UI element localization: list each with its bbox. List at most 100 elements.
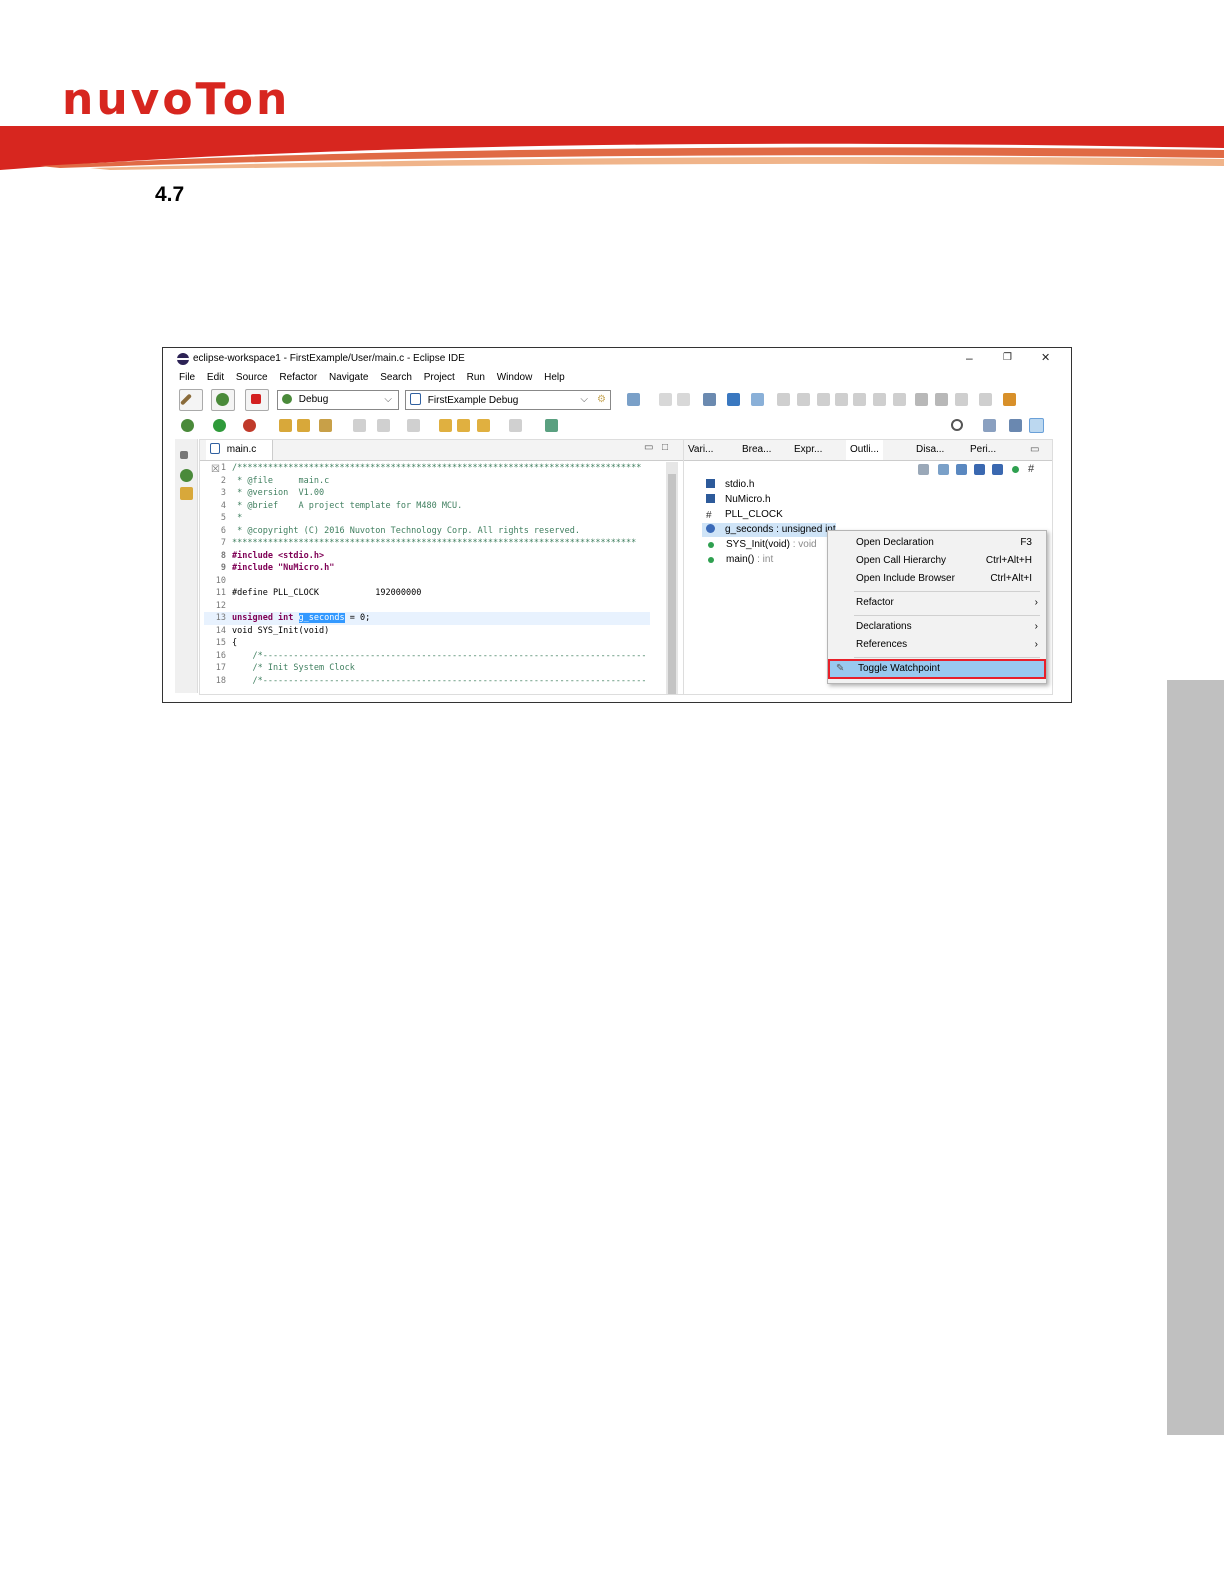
back-icon[interactable]: [477, 419, 490, 432]
maximize-editor-icon[interactable]: □: [662, 442, 668, 453]
next-edit-icon[interactable]: [457, 419, 470, 432]
code-line: 14 void SYS_Init(void): [204, 625, 650, 638]
menu-item-shortcut: Ctrl+Alt+I: [990, 573, 1032, 584]
search-icon[interactable]: [951, 419, 963, 431]
resume-icon[interactable]: [777, 393, 790, 406]
menu-item-declarations[interactable]: Declarations ›: [828, 619, 1046, 635]
restore-icon[interactable]: [180, 451, 188, 459]
minimize-editor-icon[interactable]: ▭: [644, 442, 653, 453]
step-into-icon[interactable]: [853, 393, 866, 406]
open-perspective-icon[interactable]: [545, 419, 558, 432]
menu-item-open-declaration[interactable]: Open Declaration F3: [828, 535, 1046, 551]
chevron-right-icon: ›: [1034, 639, 1038, 650]
cpp-perspective-icon[interactable]: [1009, 419, 1022, 432]
annotation-icon[interactable]: [353, 419, 366, 432]
menu-item-references[interactable]: References ›: [828, 637, 1046, 653]
stop-button[interactable]: [245, 389, 269, 411]
outline-item[interactable]: stdio.h: [706, 478, 754, 492]
sort-icon[interactable]: [956, 464, 967, 475]
close-button[interactable]: ✕: [1041, 351, 1050, 364]
print-icon[interactable]: [703, 393, 716, 406]
perspective-icon[interactable]: [983, 419, 996, 432]
menu-edit[interactable]: Edit: [207, 372, 224, 383]
tab-outline[interactable]: Outli...: [846, 440, 883, 460]
line-text: * @version V1.00: [232, 488, 325, 498]
tab-main-c[interactable]: main.c ☒: [206, 440, 273, 475]
outline-item[interactable]: main() : int: [706, 553, 773, 567]
tab-breakpoints[interactable]: Brea...: [742, 440, 771, 460]
outline-item[interactable]: NuMicro.h: [706, 493, 771, 507]
menu-file[interactable]: File: [179, 372, 195, 383]
launch-config-select[interactable]: FirstExample Debug ⌵ ⚙: [405, 390, 611, 410]
menu-refactor[interactable]: Refactor: [279, 372, 317, 383]
last-edit-icon[interactable]: [439, 419, 452, 432]
step-over-icon[interactable]: [873, 393, 886, 406]
new-icon[interactable]: [627, 393, 640, 406]
terminal-icon[interactable]: [727, 393, 740, 406]
chip-icon[interactable]: [1003, 393, 1016, 406]
debug-dropdown-icon[interactable]: [181, 419, 194, 432]
restore-button[interactable]: ❐: [1003, 352, 1012, 363]
tab-peripherals[interactable]: Peri...: [970, 440, 996, 460]
menu-navigate[interactable]: Navigate: [329, 372, 368, 383]
debug-launch-button[interactable]: [211, 389, 235, 411]
gear-icon[interactable]: ⚙: [597, 391, 606, 409]
open-type-icon[interactable]: [279, 419, 292, 432]
code-keyword: unsigned int: [232, 613, 299, 623]
next-annotation-icon[interactable]: [377, 419, 390, 432]
search-icon[interactable]: [751, 393, 764, 406]
drop-frame-icon[interactable]: [955, 393, 968, 406]
hide-nonpublic-icon[interactable]: [1012, 466, 1019, 473]
tab-disassembly[interactable]: Disa...: [916, 440, 944, 460]
outline-item[interactable]: # PLL_CLOCK: [706, 508, 783, 522]
hide-fields-icon[interactable]: [974, 464, 985, 475]
selected-identifier[interactable]: g_seconds: [298, 613, 345, 623]
terminate-icon[interactable]: [817, 393, 830, 406]
menu-window[interactable]: Window: [497, 372, 533, 383]
menu-item-label: Open Declaration: [856, 537, 934, 548]
instruction-step-icon[interactable]: [915, 393, 928, 406]
save-icon[interactable]: [659, 393, 672, 406]
project-explorer-icon[interactable]: [180, 487, 193, 500]
tab-expressions[interactable]: Expr...: [794, 440, 822, 460]
menu-search[interactable]: Search: [380, 372, 412, 383]
hide-static-icon[interactable]: [992, 464, 1003, 475]
link-editor-icon[interactable]: [918, 464, 929, 475]
run-icon[interactable]: [213, 419, 226, 432]
menu-run[interactable]: Run: [467, 372, 485, 383]
debug-perspective-icon[interactable]: [1029, 418, 1044, 433]
minimize-button[interactable]: –: [966, 351, 973, 365]
outline-item-selected[interactable]: g_seconds : unsigned int: [702, 523, 836, 537]
menu-item-open-include-browser[interactable]: Open Include Browser Ctrl+Alt+I: [828, 571, 1046, 587]
side-tab: [1167, 680, 1224, 1435]
external-tools-icon[interactable]: [243, 419, 256, 432]
prev-annotation-icon[interactable]: [407, 419, 420, 432]
menu-item-refactor[interactable]: Refactor ›: [828, 595, 1046, 611]
disconnect-icon[interactable]: [835, 393, 848, 406]
outline-item-name: NuMicro.h: [725, 494, 771, 505]
forward-icon[interactable]: [509, 419, 522, 432]
menu-item-open-call-hierarchy[interactable]: Open Call Hierarchy Ctrl+Alt+H: [828, 553, 1046, 569]
menu-help[interactable]: Help: [544, 372, 565, 383]
build-button[interactable]: [179, 389, 203, 411]
menu-project[interactable]: Project: [424, 372, 455, 383]
reset-icon[interactable]: [979, 393, 992, 406]
step-return-icon[interactable]: [893, 393, 906, 406]
editor-scroll-thumb[interactable]: [668, 474, 676, 694]
tab-variables[interactable]: Vari...: [688, 440, 713, 460]
minimize-view-icon[interactable]: ▭: [1030, 440, 1039, 460]
hide-macros-icon[interactable]: #: [1028, 464, 1039, 475]
outline-item[interactable]: SYS_Init(void) : void: [706, 538, 817, 552]
debug-view-icon[interactable]: [180, 469, 193, 482]
pin-icon[interactable]: [319, 419, 332, 432]
launch-mode-select[interactable]: Debug ⌵: [277, 390, 399, 410]
suspend-icon[interactable]: [797, 393, 810, 406]
menu-item-label: References: [856, 639, 908, 650]
code-area[interactable]: 1 /**************************************…: [204, 462, 650, 687]
open-resource-icon[interactable]: [297, 419, 310, 432]
collapse-all-icon[interactable]: [938, 464, 949, 475]
menu-source[interactable]: Source: [236, 372, 268, 383]
menu-item-toggle-watchpoint[interactable]: ✎ Toggle Watchpoint: [828, 659, 1046, 679]
save-all-icon[interactable]: [677, 393, 690, 406]
restart-icon[interactable]: [935, 393, 948, 406]
